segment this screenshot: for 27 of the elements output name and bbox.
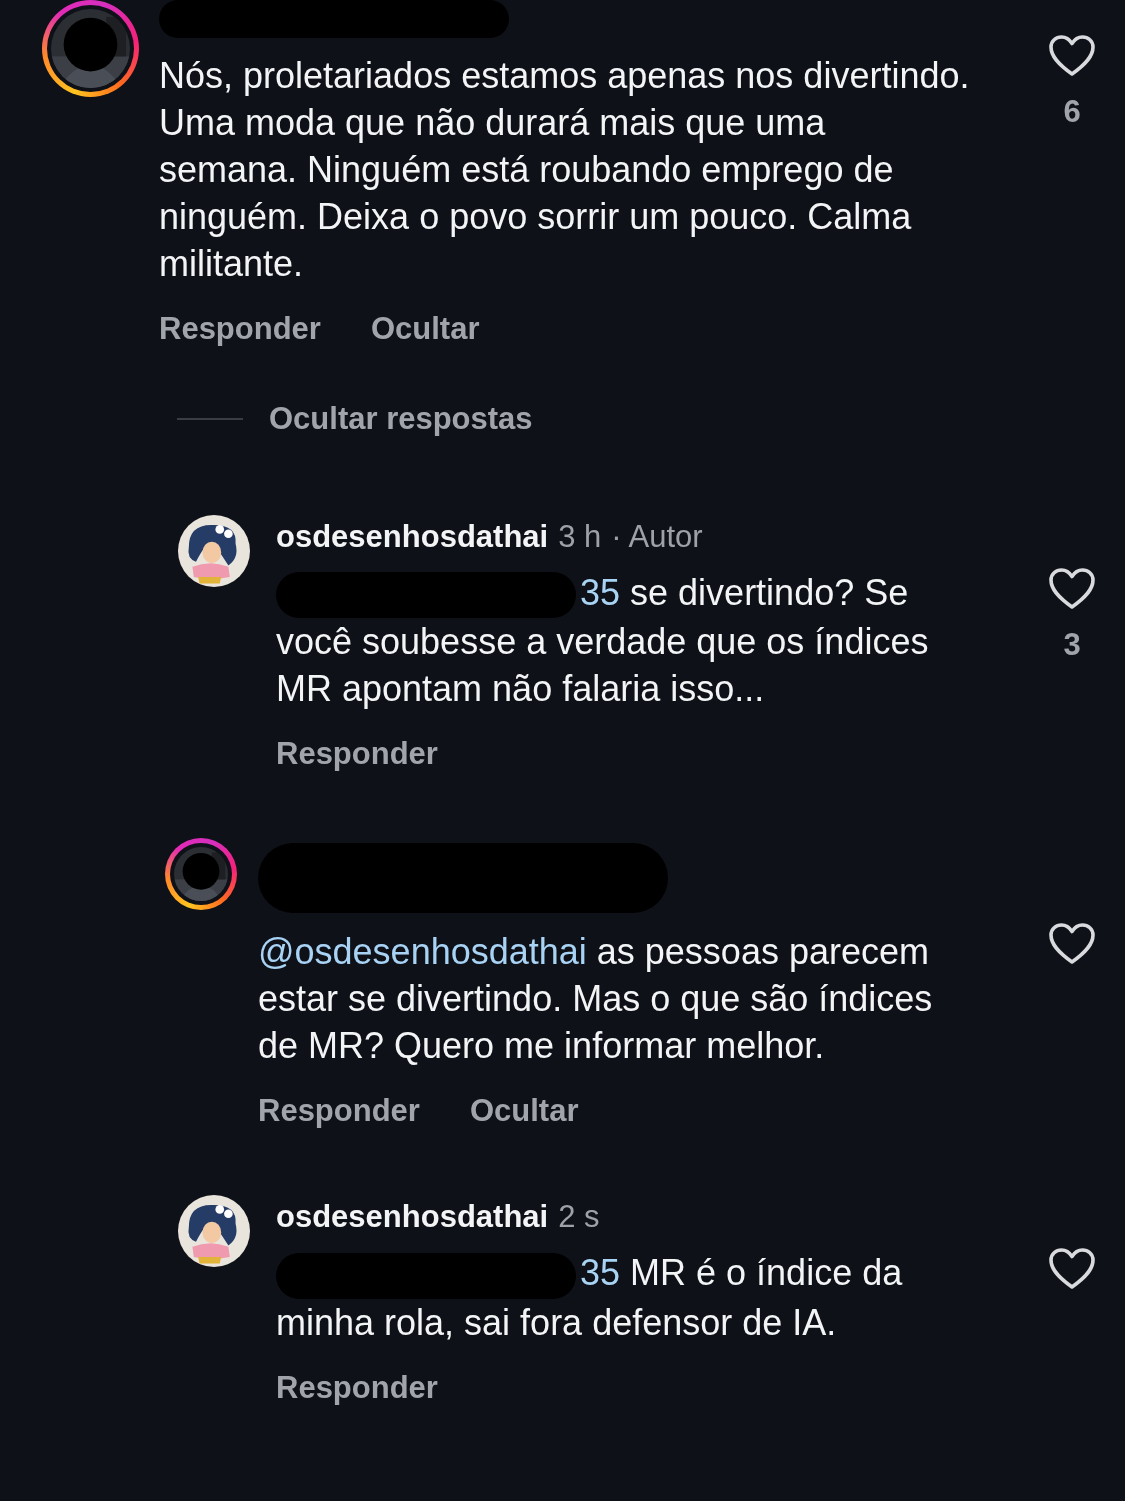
comment-action[interactable]: Ocultar xyxy=(370,311,480,347)
comment-text: Nós, proletariados estamos apenas nos divertindo. Uma moda que não durará mais que uma semana. Ninguém está roubando emprego de ninguém. Deixa o povo sorrir um pouco. Calma militante. xyxy=(159,54,971,286)
comment-text: @osdesenhosdathai as pessoas parecem estar se divertindo. Mas o que são índices de MR? Quero me informar melhor. xyxy=(258,930,934,1069)
like-count: 6 xyxy=(1063,94,1081,130)
comment-action[interactable]: Ocultar xyxy=(469,1093,579,1130)
comment-text: 35 se divertindo? Se você soubesse a verdade que os índices MR apontam não falaria isso... xyxy=(276,571,930,712)
timestamp: 2 s xyxy=(558,1199,600,1236)
like-icon[interactable] xyxy=(1048,922,1096,967)
author-label: · Autor xyxy=(611,519,703,555)
hide-replies-link[interactable]: Ocultar respostas xyxy=(269,401,533,437)
avatar-drawing[interactable] xyxy=(178,1195,250,1268)
like-icon[interactable] xyxy=(1048,1247,1096,1292)
like-icon[interactable] xyxy=(1048,34,1096,78)
mention-link[interactable]: 35 xyxy=(580,572,621,613)
username[interactable]: osdesenhosdathai xyxy=(276,519,549,555)
mention-link[interactable]: 35 xyxy=(580,1252,621,1294)
avatar-drawing[interactable] xyxy=(178,515,250,587)
like-icon[interactable] xyxy=(1048,567,1096,611)
comment-action[interactable]: Responder xyxy=(159,311,321,347)
mention-link[interactable]: @osdesenhosdathai xyxy=(258,931,587,973)
timestamp: 3 h xyxy=(558,519,602,555)
comment-text: 35 MR é o índice da minha rola, sai fora defensor de IA. xyxy=(276,1251,904,1345)
comment-action[interactable]: Responder xyxy=(258,1093,420,1130)
comment-action[interactable]: Responder xyxy=(276,1369,438,1406)
comment-action[interactable]: Responder xyxy=(276,736,438,773)
like-count: 3 xyxy=(1063,627,1081,663)
username[interactable]: osdesenhosdathai xyxy=(276,1199,549,1236)
